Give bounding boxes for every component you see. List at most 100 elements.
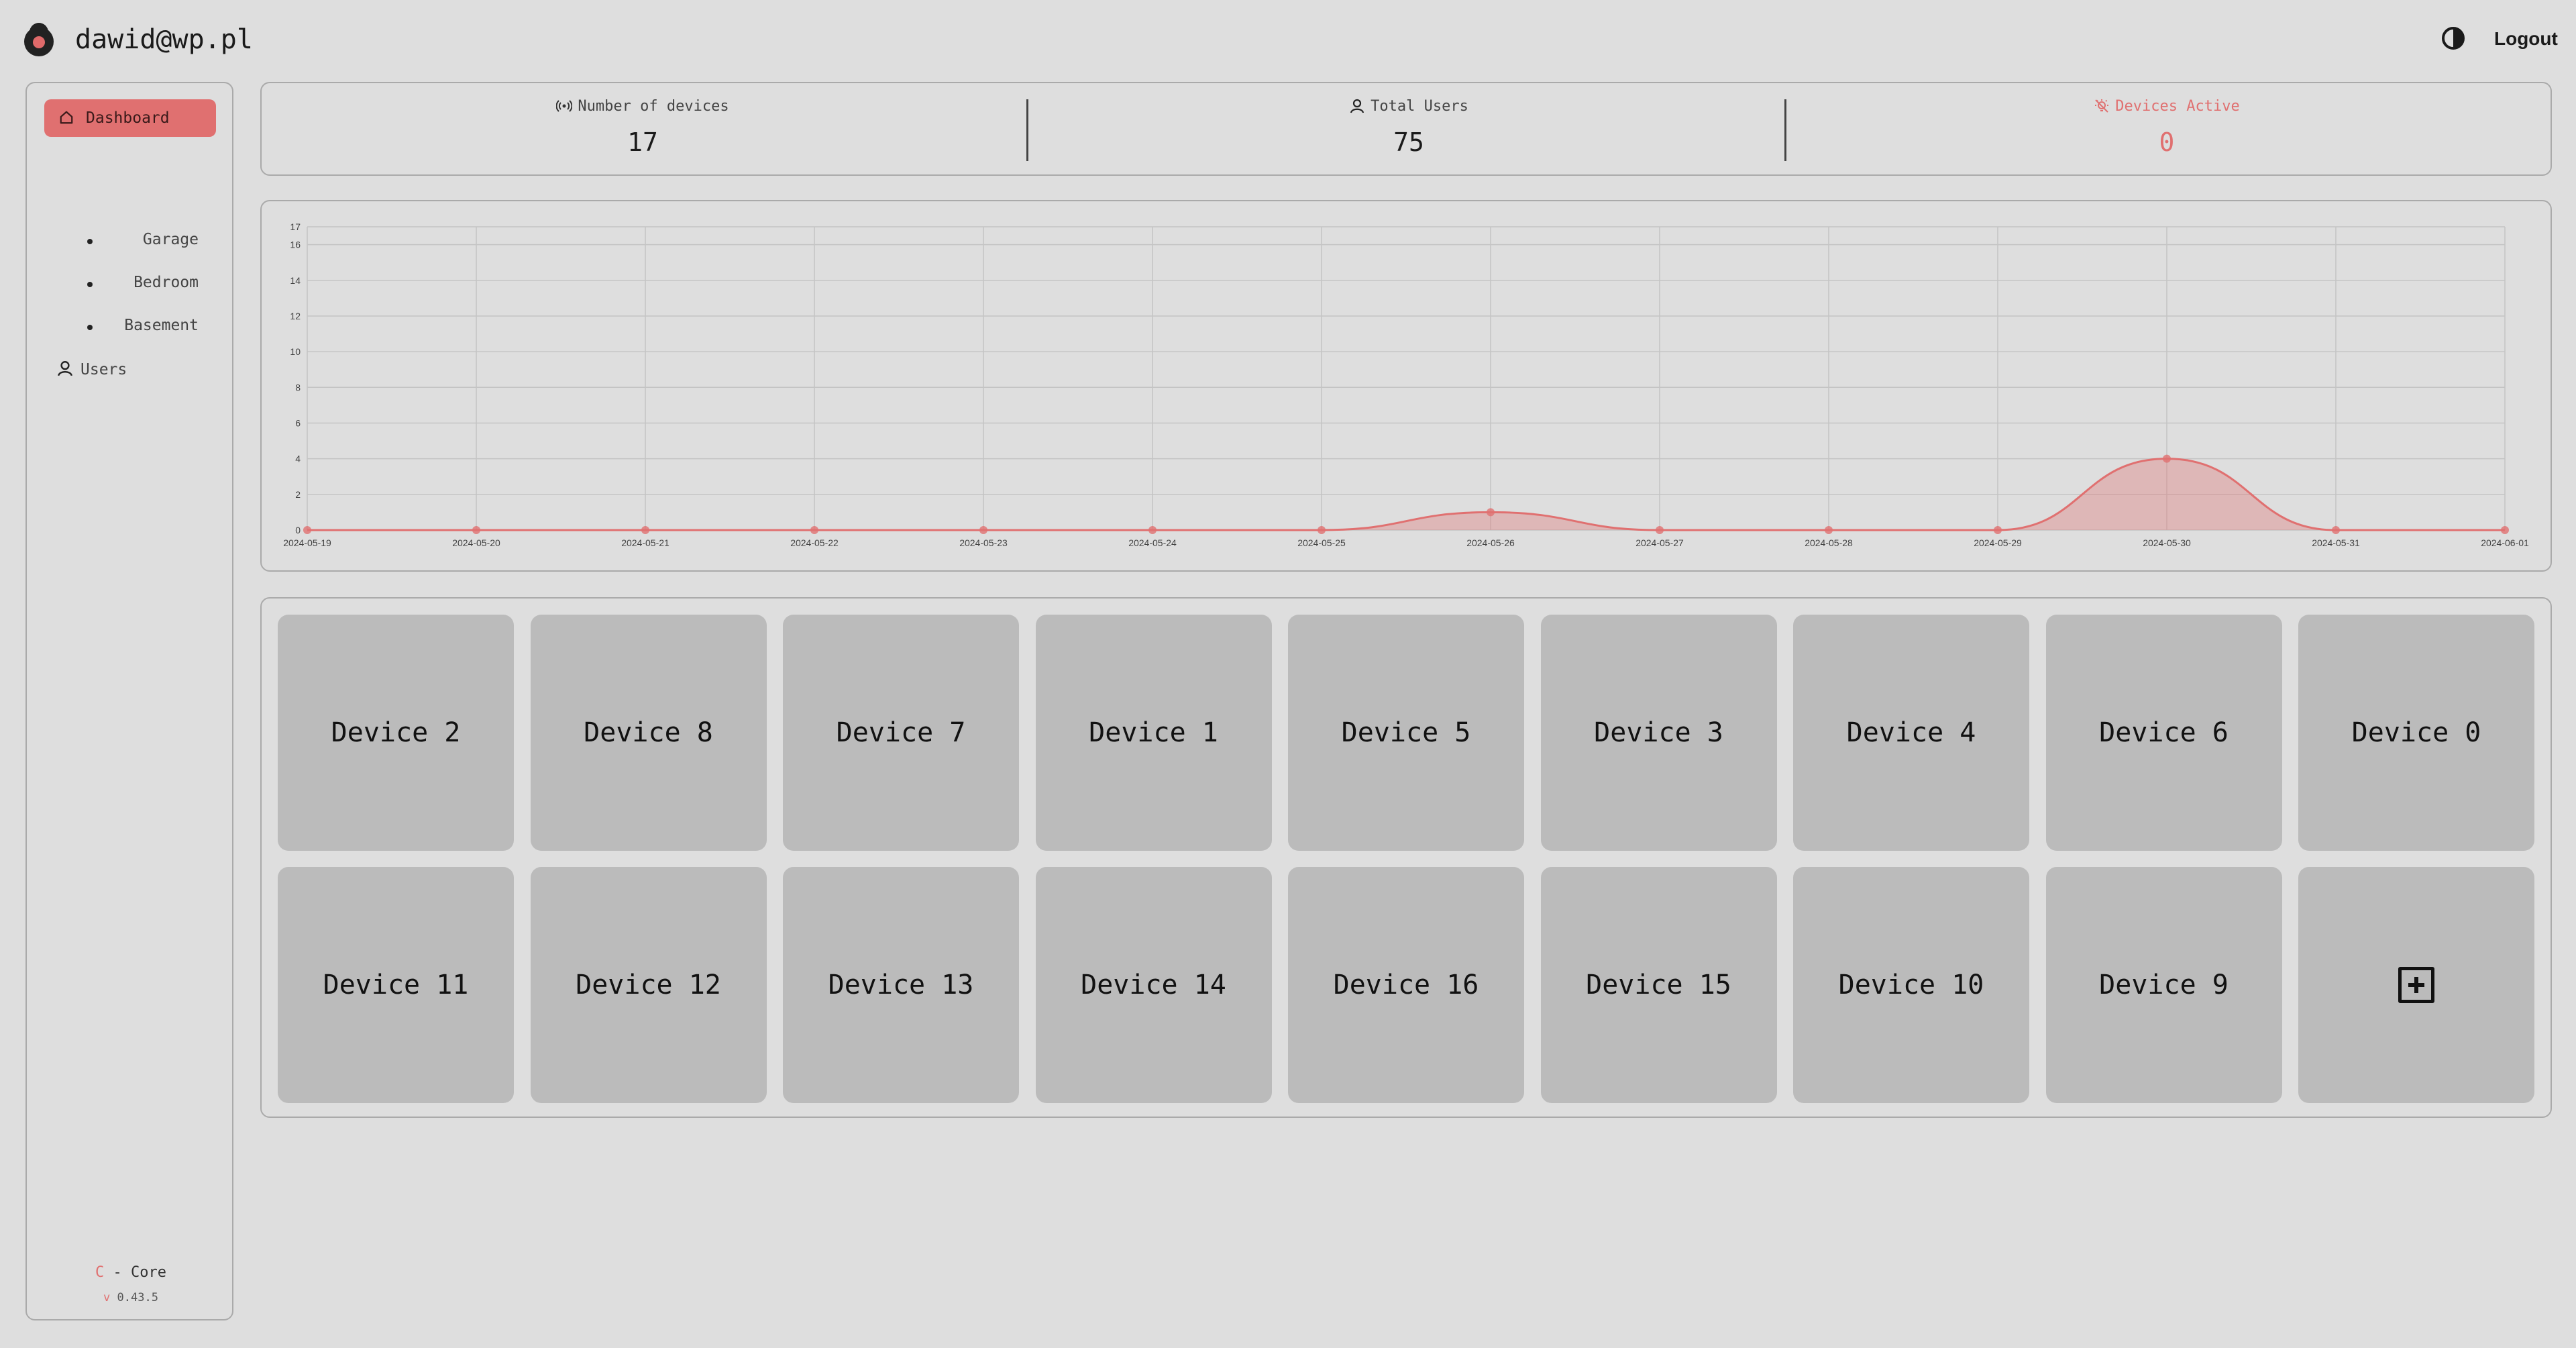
y-tick-label: 4	[295, 454, 301, 464]
y-tick-label: 17	[290, 221, 301, 232]
footer-version-letter: v	[103, 1291, 111, 1304]
device-tile[interactable]: Device 1	[1035, 615, 1272, 851]
device-tile[interactable]: Device 12	[530, 867, 767, 1103]
device-tile[interactable]: Device 6	[2045, 615, 2282, 851]
y-tick-label: 14	[290, 275, 301, 286]
data-point	[472, 526, 480, 534]
stat-title: Total Users	[1371, 98, 1468, 115]
y-tick-label: 0	[295, 525, 301, 535]
data-point	[303, 526, 311, 534]
sidebar-item-users[interactable]: Users	[56, 357, 217, 384]
device-name: Device 4	[1846, 717, 1976, 748]
plus-square-icon	[2398, 967, 2434, 1003]
data-point	[2501, 526, 2509, 534]
device-name: Device 9	[2099, 970, 2229, 1000]
footer-core-name: - Core	[104, 1264, 166, 1281]
y-tick-label: 10	[290, 346, 301, 357]
device-tile[interactable]: Device 4	[1793, 615, 2029, 851]
logout-button[interactable]: Logout	[2494, 28, 2558, 50]
sidebar-item-label: Bedroom	[133, 274, 199, 291]
x-tick-label: 2024-05-21	[621, 537, 669, 548]
device-name: Device 14	[1081, 970, 1226, 1000]
data-point	[1994, 526, 2002, 534]
device-tile[interactable]: Device 2	[278, 615, 514, 851]
device-name: Device 12	[576, 970, 721, 1000]
device-tile[interactable]: Device 8	[530, 615, 767, 851]
activity-chart-card: 0 2 4 6 8 10 12 14 16 17 2024-05-19 2024-05-20 2024-…	[260, 200, 2552, 572]
device-name: Device 13	[828, 970, 974, 1000]
device-tile[interactable]: Device 9	[2045, 867, 2282, 1103]
device-tile[interactable]: Device 16	[1288, 867, 1524, 1103]
home-icon	[60, 111, 73, 124]
sidebar-item-label: Dashboard	[86, 109, 170, 127]
device-name: Device 10	[1838, 970, 1984, 1000]
add-device-button[interactable]	[2298, 867, 2534, 1103]
user-icon	[58, 361, 72, 376]
device-tile[interactable]: Device 7	[783, 615, 1019, 851]
stat-title-row: Number of devices	[262, 98, 1024, 115]
footer-version: v 0.43.5	[27, 1291, 235, 1304]
device-tile[interactable]: Device 14	[1035, 867, 1272, 1103]
device-name: Device 5	[1341, 717, 1471, 748]
device-name: Device 16	[1333, 970, 1479, 1000]
stat-value: 75	[1393, 127, 1424, 157]
data-point	[1656, 526, 1664, 534]
y-tick-label: 16	[290, 240, 301, 250]
data-point	[2163, 454, 2171, 463]
app-logo-icon	[24, 23, 54, 56]
device-name: Device 0	[2351, 717, 2481, 748]
x-tick-label: 2024-05-31	[2312, 537, 2360, 548]
x-tick-label: 2024-06-01	[2481, 537, 2529, 548]
devices-grid: Device 2 Device 8 Device 7 Device 1 Device 5…	[260, 597, 2552, 1118]
user-email: dawid@wp.pl	[75, 24, 253, 55]
device-tile[interactable]: Device 10	[1793, 867, 2029, 1103]
device-name: Device 11	[323, 970, 469, 1000]
activity-chart: 0 2 4 6 8 10 12 14 16 17 2024-05-19 2024-05-20 2024-…	[283, 221, 2529, 548]
stats-card: Number of devices 17 Total Users 75 Devi…	[260, 82, 2552, 176]
stat-number-of-devices: Number of devices 17	[262, 83, 1024, 174]
x-tick-label: 2024-05-24	[1128, 537, 1177, 548]
bullet-icon	[87, 325, 93, 330]
data-point	[641, 526, 649, 534]
stat-total-users: Total Users 75	[1028, 83, 1790, 174]
x-tick-label: 2024-05-29	[1974, 537, 2022, 548]
footer-core-letter: C	[95, 1264, 105, 1281]
device-tile[interactable]: Device 3	[1540, 615, 1777, 851]
device-name: Device 3	[1594, 717, 1723, 748]
device-tile[interactable]: Device 11	[278, 867, 514, 1103]
y-tick-label: 8	[295, 382, 301, 393]
x-tick-label: 2024-05-25	[1297, 537, 1346, 548]
y-tick-label: 12	[290, 311, 301, 321]
x-tick-label: 2024-05-27	[1635, 537, 1684, 548]
sidebar-item-garage[interactable]: Garage	[64, 227, 225, 254]
device-tile[interactable]: Device 5	[1288, 615, 1524, 851]
device-tile[interactable]: Device 13	[783, 867, 1019, 1103]
theme-toggle-icon[interactable]	[2442, 27, 2465, 50]
data-point	[1487, 508, 1495, 517]
sidebar-item-label: Basement	[124, 317, 199, 334]
device-tile[interactable]: Device 15	[1540, 867, 1777, 1103]
stat-title: Devices Active	[2115, 98, 2240, 115]
data-point	[979, 526, 987, 534]
x-tick-label: 2024-05-30	[2143, 537, 2191, 548]
stat-devices-active: Devices Active 0	[1786, 83, 2548, 174]
sidebar-item-dashboard[interactable]: Dashboard	[44, 99, 216, 137]
y-tick-label: 6	[295, 417, 301, 428]
sidebar-item-bedroom[interactable]: Bedroom	[64, 270, 225, 297]
x-tick-label: 2024-05-22	[790, 537, 839, 548]
radio-signal-icon	[556, 100, 573, 112]
x-tick-label: 2024-05-28	[1805, 537, 1853, 548]
sidebar: Dashboard Garage Bedroom Basement Users …	[25, 82, 233, 1320]
device-name: Device 15	[1586, 970, 1731, 1000]
stat-title-row: Devices Active	[1786, 98, 2548, 115]
device-name: Device 7	[836, 717, 966, 748]
sidebar-item-label: Garage	[142, 231, 199, 248]
device-tile[interactable]: Device 0	[2298, 615, 2534, 851]
device-name: Device 1	[1089, 717, 1218, 748]
x-tick-label: 2024-05-26	[1466, 537, 1515, 548]
bullet-icon	[87, 239, 93, 244]
x-tick-label: 2024-05-23	[959, 537, 1008, 548]
data-point	[810, 526, 818, 534]
sidebar-item-basement[interactable]: Basement	[64, 313, 225, 340]
sidebar-item-label: Users	[80, 361, 127, 378]
